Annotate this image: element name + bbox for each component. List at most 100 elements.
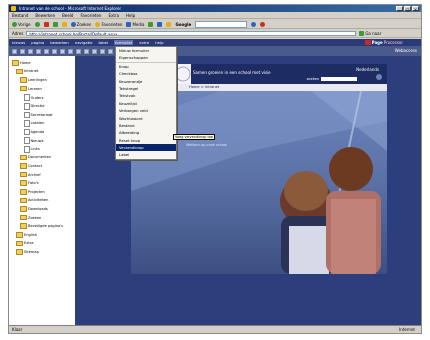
tree-item[interactable]: Foto's <box>20 180 39 186</box>
tree-item[interactable]: Agenda <box>24 128 45 136</box>
tree-item[interactable]: Leerlingen <box>20 77 47 83</box>
dropdown-item[interactable]: Tekstvak <box>116 92 176 99</box>
window-controls: _ □ × <box>396 6 419 12</box>
folder-icon <box>16 240 23 247</box>
open-icon[interactable] <box>20 48 25 54</box>
forward-button[interactable] <box>34 21 40 27</box>
menu-beeld[interactable]: Beeld <box>62 13 73 18</box>
redo-icon[interactable] <box>68 48 73 54</box>
tree-item[interactable]: Leraren <box>20 85 42 92</box>
tree-item-label: Agenda <box>30 130 45 135</box>
mail-button[interactable] <box>157 21 163 27</box>
media-button[interactable]: Media <box>126 21 144 27</box>
align-left-icon[interactable] <box>100 48 105 54</box>
app-menu-navigatie[interactable]: navigatie <box>75 40 93 45</box>
dropdown-item[interactable]: Nieuw formulier <box>116 47 176 54</box>
dropdown-item[interactable]: Verborgen veld <box>116 107 176 114</box>
tree-item-label: Activiteiten <box>28 198 49 203</box>
copy-icon[interactable] <box>44 48 49 54</box>
history-button[interactable] <box>148 21 154 27</box>
close-button[interactable]: × <box>412 6 419 12</box>
tree-item[interactable]: English <box>16 232 37 238</box>
dropdown-item[interactable]: Keuzelijst <box>116 100 176 107</box>
page-icon <box>24 94 30 101</box>
search-button[interactable]: Zoeken <box>70 21 91 27</box>
underline-icon[interactable] <box>92 48 97 54</box>
tree-item[interactable]: Archief <box>20 171 41 178</box>
tree-item[interactable]: Extra <box>16 240 34 247</box>
app-menubar: nieuws pagina bewerken navigatie tabel f… <box>9 39 421 46</box>
dropdown-item[interactable]: Afbeelding <box>116 129 176 136</box>
dropdown-item[interactable]: Checkbox <box>116 70 176 77</box>
dropdown-item[interactable]: Bestand <box>116 122 176 129</box>
dropdown-item[interactable]: Label <box>116 151 176 158</box>
breadcrumb-text[interactable]: Home > Intranet <box>189 85 219 89</box>
new-icon[interactable] <box>12 48 17 54</box>
menu-favorieten[interactable]: Favorieten <box>80 13 101 18</box>
tree-item[interactable]: Lokalen <box>24 120 44 127</box>
dropdown-item[interactable]: Reset knop <box>116 137 176 144</box>
tree-item[interactable]: Home <box>12 60 31 66</box>
google-search-input[interactable] <box>195 20 248 28</box>
minimize-button[interactable]: _ <box>396 6 403 12</box>
tree-item[interactable]: Nieuws <box>24 137 44 144</box>
go-button[interactable]: Ga naar <box>359 31 381 36</box>
tree-item[interactable]: Beveiligde pagina's <box>20 223 63 229</box>
italic-icon[interactable] <box>84 48 89 54</box>
address-input[interactable]: http://intranet.school.be/Portal/Default… <box>26 31 357 36</box>
dropdown-item[interactable]: Verzendknop <box>116 144 176 152</box>
menu-extra[interactable]: Extra <box>108 13 119 18</box>
dropdown-item[interactable]: Eigenschappen <box>116 54 176 63</box>
tree-item[interactable]: Sitemap <box>16 249 39 255</box>
favorites-button[interactable]: Favorieten <box>95 21 123 27</box>
bold-icon[interactable] <box>76 48 81 54</box>
language-link[interactable]: Nederlands <box>356 67 379 72</box>
tree-item[interactable]: Directie <box>24 103 44 110</box>
dropdown-item[interactable]: Keuzerondje <box>116 78 176 85</box>
tree-item[interactable]: Ouders <box>24 94 43 101</box>
tree-item-label: Secretariaat <box>30 112 53 117</box>
tree-item[interactable]: Documenten <box>20 154 51 161</box>
tree-item[interactable]: Secretariaat <box>24 111 53 119</box>
google-search-button[interactable] <box>251 21 257 27</box>
maximize-button[interactable]: □ <box>404 6 411 12</box>
dropdown-item[interactable]: Wachtwoord <box>116 115 176 122</box>
tree-item[interactable]: Zoeken <box>20 214 41 221</box>
menu-bestand[interactable]: Bestand <box>12 13 28 18</box>
dropdown-item[interactable]: Knop <box>116 63 176 70</box>
folder-icon <box>20 77 27 83</box>
app-menu-extra[interactable]: extra <box>139 40 149 45</box>
menu-help[interactable]: Help <box>126 13 135 18</box>
tree-item[interactable]: Downloads <box>20 206 48 212</box>
browser-window: Intranet van de school - Microsoft Inter… <box>8 4 422 334</box>
favorites-label: Favorieten <box>101 21 123 27</box>
app-menu-formulier[interactable]: formulier <box>114 40 134 45</box>
app-menu-tabel[interactable]: tabel <box>98 40 108 45</box>
back-button[interactable]: Vorige <box>12 21 31 27</box>
tree-item[interactable]: Intranet <box>16 68 38 75</box>
folder-icon <box>12 60 19 66</box>
align-center-icon[interactable] <box>108 48 113 54</box>
app-menu-bewerken[interactable]: bewerken <box>50 40 69 45</box>
cut-icon[interactable] <box>36 48 41 54</box>
paste-icon[interactable] <box>52 48 57 54</box>
tree-item[interactable]: Links <box>24 146 40 153</box>
undo-icon[interactable] <box>60 48 65 54</box>
tree-item[interactable]: Activiteiten <box>20 197 49 204</box>
dropdown-item[interactable]: Tekstregel <box>116 85 176 92</box>
menu-bewerken[interactable]: Bewerken <box>35 13 55 18</box>
stop-button[interactable] <box>43 21 49 27</box>
app-menu-pagina[interactable]: pagina <box>31 40 44 45</box>
refresh-button[interactable] <box>52 21 58 27</box>
toolbar-options-button[interactable] <box>260 21 266 27</box>
app-menu-help[interactable]: help <box>155 40 163 45</box>
save-icon[interactable] <box>28 48 33 54</box>
web-search-go-icon[interactable] <box>376 74 382 80</box>
tree-item[interactable]: Projecten <box>20 189 45 195</box>
tree-item[interactable]: Contact <box>20 163 42 169</box>
web-search-input[interactable] <box>321 77 357 81</box>
app-menu-nieuws[interactable]: nieuws <box>12 40 25 45</box>
home-button[interactable] <box>61 21 67 27</box>
search-icon <box>70 21 76 27</box>
print-button[interactable] <box>166 21 172 27</box>
